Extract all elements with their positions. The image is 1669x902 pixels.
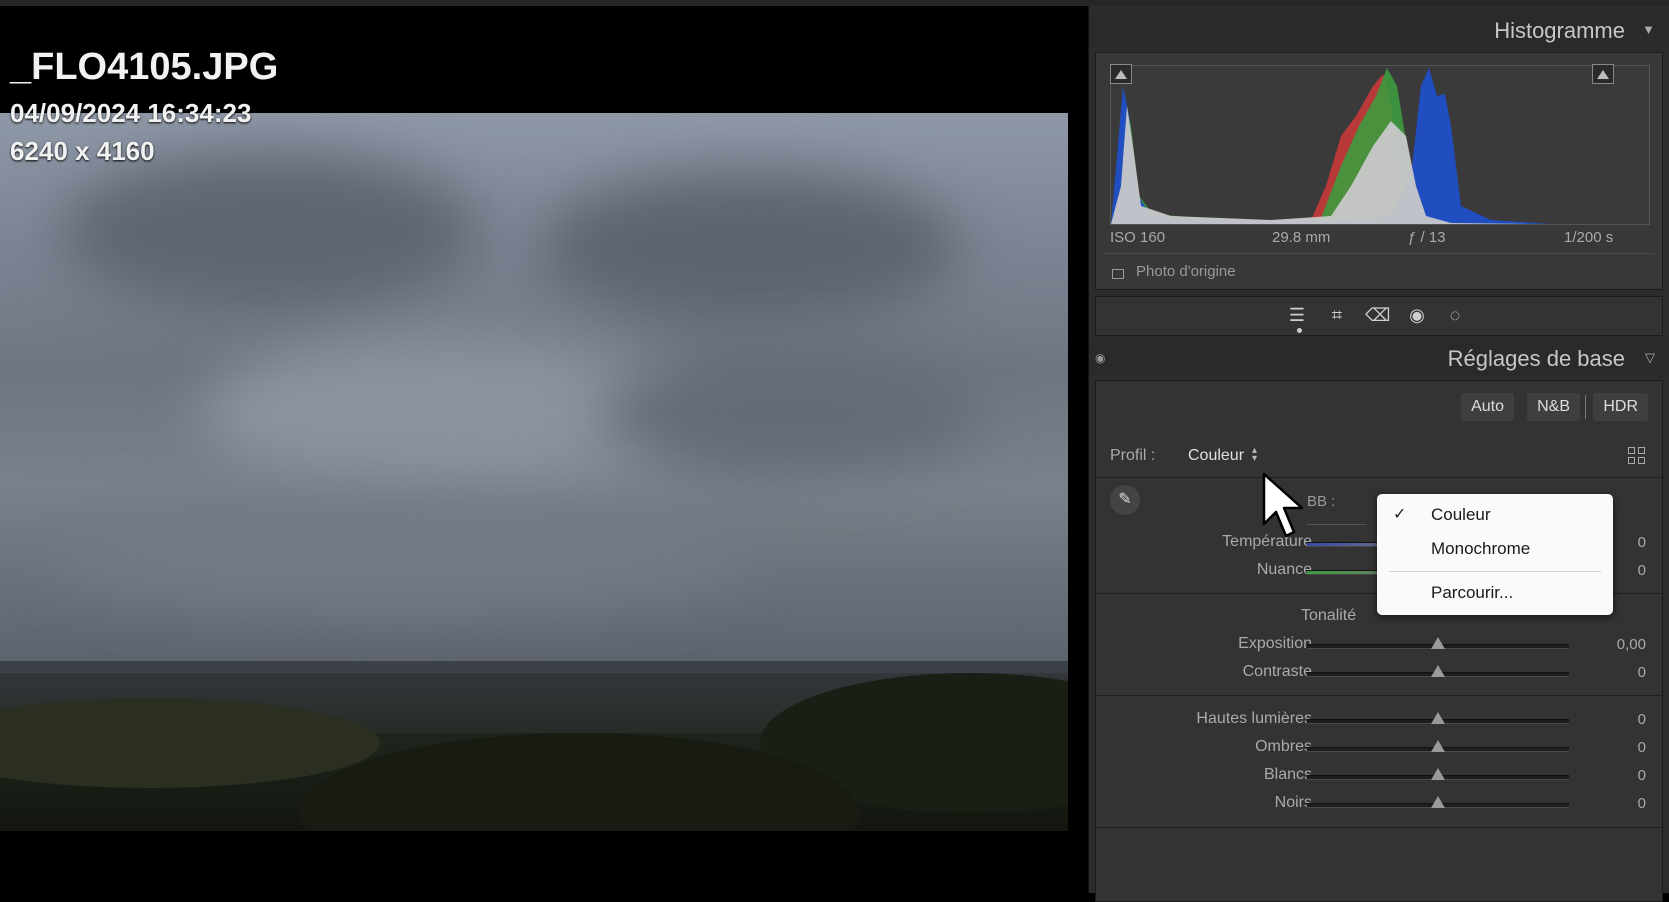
- basic-title: Réglages de base: [1447, 346, 1625, 371]
- histogram-title: Histogramme: [1494, 18, 1625, 43]
- menu-separator: [1389, 571, 1601, 572]
- whites-label: Blancs: [1263, 766, 1312, 783]
- profile-spinner-icon[interactable]: ▴ ▾: [1252, 446, 1257, 464]
- exif-focal-length: 29.8 mm: [1272, 229, 1331, 246]
- wb-eyedropper-icon[interactable]: ✎: [1110, 485, 1140, 515]
- section-separator: [1096, 477, 1662, 478]
- exposure-label: Exposition: [1238, 635, 1312, 652]
- original-photo-label[interactable]: Photo d'origine: [1136, 263, 1236, 280]
- highlights-label: Hautes lumières: [1196, 710, 1312, 727]
- histogram-graph[interactable]: [1110, 65, 1650, 225]
- highlights-thumb[interactable]: [1431, 712, 1445, 724]
- contrast-value[interactable]: 0: [1638, 664, 1646, 681]
- edit-sliders-icon[interactable]: ☰: [1285, 303, 1309, 327]
- button-separator: [1585, 395, 1586, 419]
- shadow-clipping-toggle[interactable]: [1110, 64, 1132, 84]
- basic-header[interactable]: ◉ Réglages de base ▽: [1089, 338, 1669, 376]
- tool-strip: ☰ ⌗ ⌫ ◉ ◌: [1095, 296, 1663, 336]
- active-tool-indicator: [1297, 328, 1302, 333]
- checkmark-icon: ✓: [1393, 506, 1407, 523]
- shadows-value[interactable]: 0: [1638, 739, 1646, 756]
- wb-label: BB :: [1307, 493, 1336, 510]
- histogram-chart: [1111, 68, 1551, 224]
- right-panel: Histogramme ▼ ISO 160 29.8 mm ƒ / 13 1/2…: [1089, 6, 1669, 902]
- section-separator: [1096, 827, 1662, 828]
- shadows-label: Ombres: [1255, 738, 1312, 755]
- tint-value[interactable]: 0: [1638, 562, 1646, 579]
- exposure-thumb[interactable]: [1431, 637, 1445, 649]
- bw-button[interactable]: N&B: [1527, 393, 1580, 421]
- crop-icon[interactable]: ⌗: [1325, 303, 1349, 327]
- contrast-label: Contraste: [1242, 663, 1312, 680]
- exif-iso: ISO 160: [1110, 229, 1166, 246]
- visibility-eye-icon[interactable]: ◉: [1095, 351, 1105, 365]
- profile-label: Profil :: [1110, 447, 1156, 464]
- menu-item-browse[interactable]: Parcourir...: [1431, 583, 1513, 603]
- tone-group-title: Tonalité: [1301, 607, 1357, 624]
- blacks-thumb[interactable]: [1431, 796, 1445, 808]
- histogram-separator: [1104, 253, 1654, 254]
- histogram-red-channel: [1111, 74, 1531, 224]
- mouse-pointer-icon: [1262, 472, 1304, 538]
- red-eye-icon[interactable]: ◉: [1405, 303, 1429, 327]
- collapse-triangle-icon[interactable]: ▼: [1642, 22, 1655, 37]
- whites-value[interactable]: 0: [1638, 767, 1646, 784]
- exif-aperture: ƒ / 13: [1408, 229, 1446, 246]
- collapse-triangle-icon[interactable]: ▽: [1645, 350, 1655, 366]
- original-photo-checkbox[interactable]: [1112, 269, 1124, 279]
- exif-shutter: 1/200 s: [1564, 229, 1614, 246]
- histogram-header[interactable]: Histogramme ▼: [1089, 10, 1669, 48]
- highlights-value[interactable]: 0: [1638, 711, 1646, 728]
- highlight-clipping-toggle[interactable]: [1592, 64, 1614, 84]
- photo-viewer[interactable]: _FLO4105.JPG 04/09/2024 16:34:23 6240 x …: [0, 6, 1088, 893]
- profile-select[interactable]: Couleur: [1188, 447, 1244, 465]
- profile-dropdown-menu: ✓ Couleur Monochrome Parcourir...: [1377, 494, 1613, 615]
- mask-icon[interactable]: ◌: [1443, 303, 1467, 327]
- photo-dimensions: 6240 x 4160: [10, 136, 155, 166]
- auto-button[interactable]: Auto: [1461, 393, 1514, 421]
- menu-item-monochrome[interactable]: Monochrome: [1431, 539, 1530, 559]
- temperature-value[interactable]: 0: [1638, 534, 1646, 551]
- exposure-value[interactable]: 0,00: [1617, 636, 1646, 653]
- contrast-thumb[interactable]: [1431, 665, 1445, 677]
- menu-item-couleur[interactable]: Couleur: [1431, 505, 1491, 525]
- basic-panel: Auto N&B HDR Profil : Couleur ▴ ▾ ✎ BB : …: [1095, 380, 1663, 902]
- section-separator: [1096, 695, 1662, 696]
- wb-select[interactable]: [1307, 524, 1367, 525]
- photo-datetime: 04/09/2024 16:34:23: [10, 98, 252, 128]
- whites-thumb[interactable]: [1431, 768, 1445, 780]
- photo-filename: _FLO4105.JPG: [10, 46, 279, 88]
- profile-browser-grid-icon[interactable]: [1628, 447, 1646, 465]
- photo-image: [0, 113, 1068, 831]
- hdr-button[interactable]: HDR: [1593, 393, 1648, 421]
- tint-label: Nuance: [1256, 561, 1312, 578]
- shadows-thumb[interactable]: [1431, 740, 1445, 752]
- histogram-panel: ISO 160 29.8 mm ƒ / 13 1/200 s Photo d'o…: [1095, 52, 1663, 290]
- blacks-value[interactable]: 0: [1638, 795, 1646, 812]
- eraser-icon[interactable]: ⌫: [1365, 303, 1390, 327]
